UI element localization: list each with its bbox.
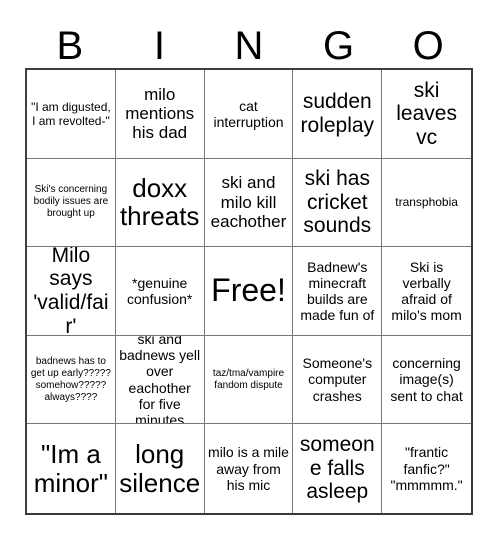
bingo-cell-text: long silence: [119, 439, 201, 498]
bingo-cell-o1[interactable]: ski leaves vc: [382, 70, 471, 159]
bingo-cell-text: transphobia: [395, 195, 458, 210]
bingo-header-letter-n: N: [234, 24, 264, 68]
bingo-cell-text: Ski's concerning bodily issues are broug…: [33, 184, 109, 220]
bingo-cell-text: badnews has to get up early????? somehow…: [30, 355, 111, 403]
bingo-cell-text: "Im a minor": [33, 439, 109, 498]
bingo-cell-b2[interactable]: Ski's concerning bodily issues are broug…: [27, 158, 116, 248]
bingo-cell-i1[interactable]: milo mentions his dad: [115, 70, 205, 159]
bingo-cell-b4[interactable]: badnews has to get up early????? somehow…: [27, 335, 116, 425]
bingo-cell-text: ski has cricket sounds: [303, 167, 372, 238]
bingo-cell-text: Free!: [211, 272, 286, 309]
bingo-header-letter-g: G: [323, 24, 355, 68]
bingo-cell-text: ski and milo kill eachother: [210, 173, 287, 232]
bingo-cell-o4[interactable]: concerning image(s) sent to chat: [382, 335, 471, 425]
bingo-cell-g2[interactable]: ski has cricket sounds: [293, 158, 383, 248]
bingo-cell-n2[interactable]: ski and milo kill eachother: [204, 158, 294, 248]
bingo-header-letter-o: O: [412, 24, 444, 68]
bingo-cell-i3[interactable]: *genuine confusion*: [115, 247, 205, 336]
bingo-cell-text: sudden roleplay: [300, 90, 375, 137]
bingo-cell-text: ski and badnews yell over eachother for …: [119, 335, 201, 425]
bingo-cell-b1[interactable]: "I am digusted, I am revolted-": [27, 70, 116, 159]
bingo-cell-text: Ski is verbally afraid of milo's mom: [391, 258, 462, 324]
bingo-grid: "I am digusted, I am revolted-" milo ment…: [25, 68, 473, 515]
bingo-cell-text: milo is a mile away from his mic: [208, 444, 289, 493]
bingo-cell-g3[interactable]: Badnew's minecraft builds are made fun o…: [293, 247, 383, 336]
bingo-cell-text: someone falls asleep: [299, 433, 375, 504]
bingo-cell-text: Milo says 'valid/fair': [33, 247, 109, 336]
bingo-header-letter-b: B: [56, 24, 84, 68]
bingo-card: B I N G O "I am digusted, I am revolted-…: [0, 0, 500, 544]
bingo-cell-text: *genuine confusion*: [127, 274, 193, 307]
bingo-cell-i4[interactable]: ski and badnews yell over eachother for …: [115, 335, 205, 425]
bingo-cell-g1[interactable]: sudden roleplay: [293, 70, 383, 159]
bingo-cell-text: cat interruption: [213, 97, 284, 130]
bingo-cell-b5[interactable]: "Im a minor": [27, 424, 116, 513]
bingo-cell-n1[interactable]: cat interruption: [204, 70, 294, 159]
bingo-cell-n5[interactable]: milo is a mile away from his mic: [204, 424, 294, 513]
bingo-cell-text: taz/tma/vampire fandom dispute: [212, 367, 285, 391]
bingo-cell-text: Badnew's minecraft builds are made fun o…: [300, 258, 375, 324]
bingo-cell-n3[interactable]: Free!: [204, 247, 294, 336]
bingo-cell-o2[interactable]: transphobia: [382, 158, 471, 248]
bingo-cell-n4[interactable]: taz/tma/vampire fandom dispute: [204, 335, 294, 425]
bingo-cell-text: Someone's computer crashes: [302, 355, 373, 404]
bingo-cell-i5[interactable]: long silence: [115, 424, 205, 513]
bingo-cell-g4[interactable]: Someone's computer crashes: [293, 335, 383, 425]
bingo-cell-o5[interactable]: "frantic fanfic?" "mmmmm.": [382, 424, 471, 513]
bingo-header-row: B I N G O: [25, 14, 473, 68]
bingo-header-letter-i: I: [153, 24, 165, 68]
bingo-cell-text: milo mentions his dad: [125, 84, 195, 143]
bingo-cell-g5[interactable]: someone falls asleep: [293, 424, 383, 513]
bingo-cell-i2[interactable]: doxx threats: [115, 158, 205, 248]
bingo-cell-text: "I am digusted, I am revolted-": [31, 99, 111, 128]
bingo-cell-text: doxx threats: [119, 172, 200, 232]
bingo-cell-o3[interactable]: Ski is verbally afraid of milo's mom: [382, 247, 471, 336]
bingo-cell-text: ski leaves vc: [396, 78, 457, 149]
bingo-cell-b3[interactable]: Milo says 'valid/fair': [27, 247, 116, 336]
bingo-cell-text: concerning image(s) sent to chat: [390, 355, 463, 404]
bingo-cell-text: "frantic fanfic?" "mmmmm.": [390, 444, 463, 493]
